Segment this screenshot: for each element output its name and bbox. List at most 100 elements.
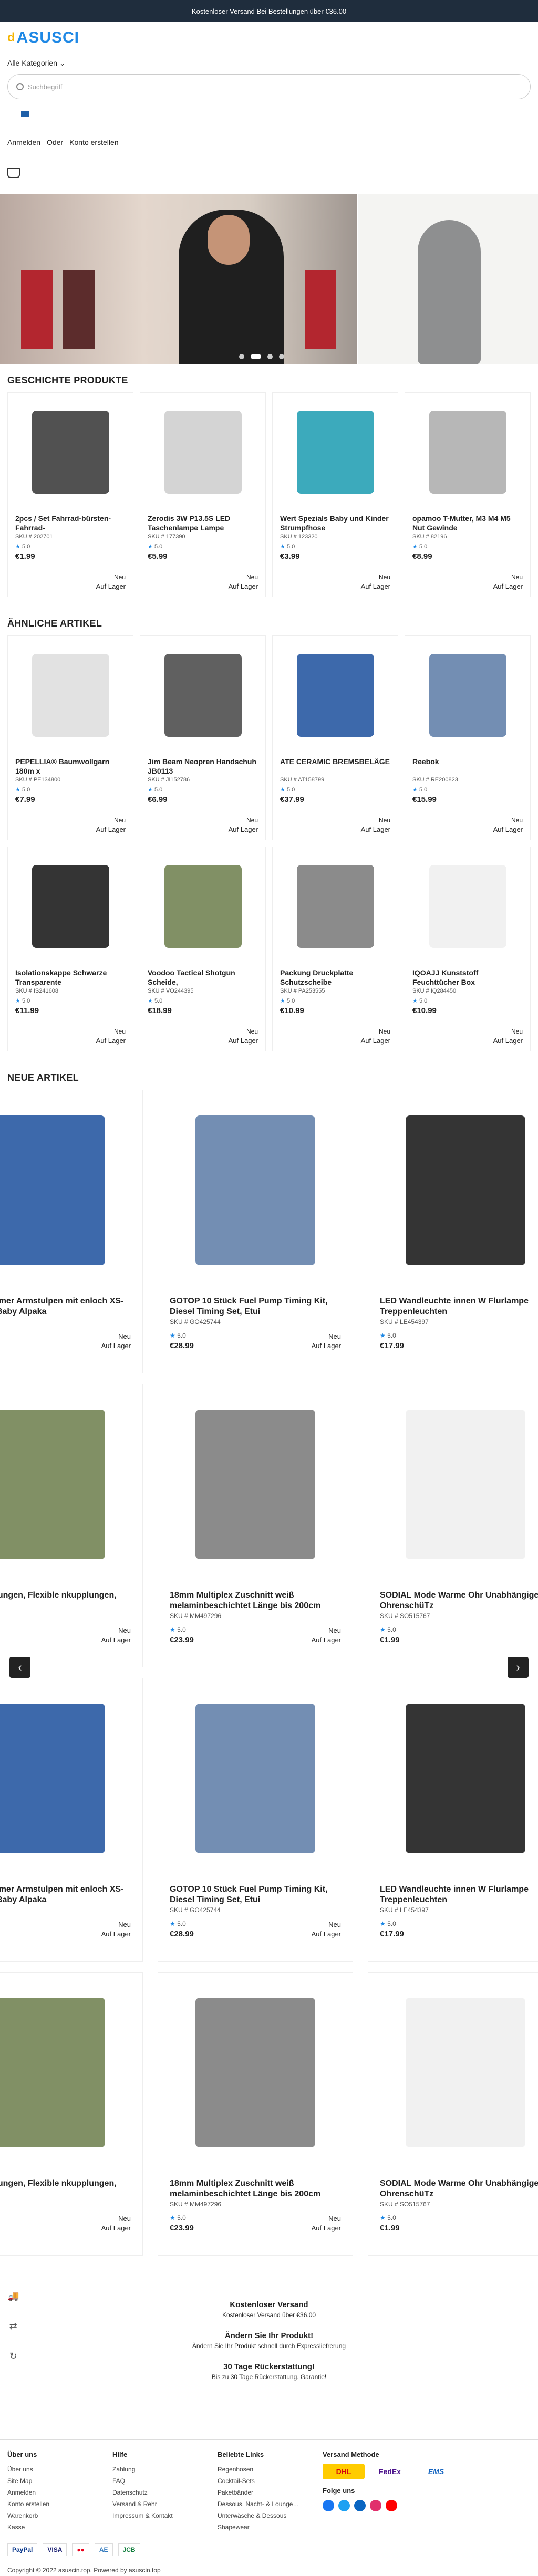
product-card[interactable]: Reebok SKU # RE200823 ★ 5.0 €15.99 Neu A… <box>405 635 531 840</box>
product-name[interactable]: GOTOP 10 Stück Fuel Pump Timing Kit, Die… <box>170 1296 341 1317</box>
youtube-icon[interactable] <box>386 2500 397 2511</box>
product-card[interactable]: Zerodis 3W P13.5S LED Taschenlampe Lampe… <box>140 392 266 597</box>
product-image[interactable] <box>15 397 126 507</box>
product-card[interactable]: ATE CERAMIC BREMSBELÄGE SKU # AT158799 ★… <box>272 635 398 840</box>
product-name[interactable]: GOTOP 10 Stück Fuel Pump Timing Kit, Die… <box>170 1884 341 1905</box>
product-card[interactable]: a Pulswärmer Armstulpen mit enloch XS-XL… <box>0 1678 143 1962</box>
product-card[interactable]: 18mm Multiplex Zuschnitt weiß melaminbes… <box>158 1384 353 1667</box>
hero-slider[interactable] <box>0 194 538 364</box>
product-image[interactable] <box>380 1678 538 1878</box>
product-image[interactable] <box>280 640 390 750</box>
product-name[interactable]: Zerodis 3W P13.5S LED Taschenlampe Lampe <box>148 514 258 533</box>
product-card[interactable]: LED Wandleuchte innen W Flurlampe Treppe… <box>368 1090 538 1373</box>
product-image[interactable] <box>280 851 390 962</box>
product-card[interactable]: LED Wandleuchte innen W Flurlampe Treppe… <box>368 1678 538 1962</box>
product-name[interactable]: Isolationskappe Schwarze Transparente <box>15 968 126 987</box>
product-card[interactable]: SODIAL Mode Warme Ohr Unabhängige Ohrens… <box>368 1972 538 2256</box>
product-card[interactable]: Isolationskappe Schwarze Transparente SK… <box>7 847 133 1051</box>
carousel-prev-button[interactable]: ‹ <box>9 1657 30 1678</box>
product-card[interactable]: 18mm Multiplex Zuschnitt weiß melaminbes… <box>158 1972 353 2256</box>
product-name[interactable]: Reebok <box>412 757 523 776</box>
footer-link[interactable]: Versand & Rehr <box>112 2498 218 2510</box>
product-card[interactable]: ble Kupplungen, Flexible nkupplungen, Fl… <box>0 1384 143 1667</box>
product-image[interactable] <box>380 1973 538 2172</box>
linkedin-icon[interactable] <box>354 2500 366 2511</box>
product-name[interactable]: SODIAL Mode Warme Ohr Unabhängige Ohrens… <box>380 1590 538 1611</box>
instagram-icon[interactable] <box>370 2500 381 2511</box>
product-name[interactable]: 18mm Multiplex Zuschnitt weiß melaminbes… <box>170 2178 341 2199</box>
product-card[interactable]: opamoo T-Mutter, M3 M4 M5 Nut Gewinde SK… <box>405 392 531 597</box>
category-dropdown[interactable]: Alle Kategorien ⌄ <box>7 59 531 68</box>
product-name[interactable]: PEPELLIA® Baumwollgarn 180m x <box>15 757 126 776</box>
cart-icon[interactable] <box>7 168 20 178</box>
product-name[interactable]: Jim Beam Neopren Handschuh JB0113 <box>148 757 258 776</box>
product-name[interactable]: opamoo T-Mutter, M3 M4 M5 Nut Gewinde <box>412 514 523 533</box>
footer-link[interactable]: Site Map <box>7 2475 112 2487</box>
product-image[interactable] <box>412 640 523 750</box>
product-image[interactable] <box>380 1384 538 1584</box>
twitter-icon[interactable] <box>338 2500 350 2511</box>
product-image[interactable] <box>412 397 523 507</box>
product-card[interactable]: IQOAJJ Kunststoff Feuchttücher Box SKU #… <box>405 847 531 1051</box>
product-image[interactable] <box>15 851 126 962</box>
product-name[interactable]: Packung Druckplatte Schutzscheibe <box>280 968 390 987</box>
product-image[interactable] <box>0 1384 131 1584</box>
footer-link[interactable]: Konto erstellen <box>7 2498 112 2510</box>
language-flag-icon[interactable] <box>21 111 29 117</box>
footer-link[interactable]: Unterwäsche & Dessous <box>218 2510 323 2521</box>
footer-link[interactable]: Shapewear <box>218 2521 323 2533</box>
product-card[interactable]: GOTOP 10 Stück Fuel Pump Timing Kit, Die… <box>158 1678 353 1962</box>
product-card[interactable]: 2pcs / Set Fahrrad-bürsten-Fahrrad- SKU … <box>7 392 133 597</box>
product-name[interactable]: ble Kupplungen, Flexible nkupplungen, Fl… <box>0 2178 131 2199</box>
product-name[interactable]: SODIAL Mode Warme Ohr Unabhängige Ohrens… <box>380 2178 538 2199</box>
product-image[interactable] <box>148 851 258 962</box>
product-name[interactable]: a Pulswärmer Armstulpen mit enloch XS-XL… <box>0 1884 131 1905</box>
product-card[interactable]: GOTOP 10 Stück Fuel Pump Timing Kit, Die… <box>158 1090 353 1373</box>
login-link[interactable]: Anmelden <box>7 138 40 147</box>
footer-link[interactable]: Regenhosen <box>218 2464 323 2475</box>
product-image[interactable] <box>170 1090 341 1290</box>
product-image[interactable] <box>148 397 258 507</box>
search-input[interactable]: Suchbegriff <box>7 74 531 99</box>
footer-link[interactable]: Zahlung <box>112 2464 218 2475</box>
product-image[interactable] <box>148 640 258 750</box>
product-image[interactable] <box>0 1973 131 2172</box>
product-name[interactable]: LED Wandleuchte innen W Flurlampe Treppe… <box>380 1884 538 1905</box>
product-card[interactable]: SODIAL Mode Warme Ohr Unabhängige Ohrens… <box>368 1384 538 1667</box>
footer-link[interactable]: Impressum & Kontakt <box>112 2510 218 2521</box>
footer-link[interactable]: Dessous, Nacht- & Lounge… <box>218 2498 323 2510</box>
product-card[interactable]: Jim Beam Neopren Handschuh JB0113 SKU # … <box>140 635 266 840</box>
product-name[interactable]: 2pcs / Set Fahrrad-bürsten-Fahrrad- <box>15 514 126 533</box>
product-name[interactable]: LED Wandleuchte innen W Flurlampe Treppe… <box>380 1296 538 1317</box>
product-name[interactable]: Wert Spezials Baby und Kinder Strumpfhos… <box>280 514 390 533</box>
product-image[interactable] <box>170 1973 341 2172</box>
product-name[interactable]: ATE CERAMIC BREMSBELÄGE <box>280 757 390 776</box>
product-image[interactable] <box>412 851 523 962</box>
product-card[interactable]: PEPELLIA® Baumwollgarn 180m x SKU # PE13… <box>7 635 133 840</box>
footer-link[interactable]: Kasse <box>7 2521 112 2533</box>
product-card[interactable]: Packung Druckplatte Schutzscheibe SKU # … <box>272 847 398 1051</box>
register-link[interactable]: Konto erstellen <box>69 138 118 147</box>
product-name[interactable]: a Pulswärmer Armstulpen mit enloch XS-XL… <box>0 1296 131 1317</box>
footer-link[interactable]: Datenschutz <box>112 2487 218 2498</box>
footer-link[interactable]: Über uns <box>7 2464 112 2475</box>
product-image[interactable] <box>170 1384 341 1584</box>
footer-link[interactable]: FAQ <box>112 2475 218 2487</box>
footer-link[interactable]: Warenkorb <box>7 2510 112 2521</box>
product-name[interactable]: Voodoo Tactical Shotgun Scheide, <box>148 968 258 987</box>
product-name[interactable]: 18mm Multiplex Zuschnitt weiß melaminbes… <box>170 1590 341 1611</box>
footer-link[interactable]: Cocktail-Sets <box>218 2475 323 2487</box>
product-image[interactable] <box>0 1090 131 1290</box>
product-image[interactable] <box>15 640 126 750</box>
product-card[interactable]: a Pulswärmer Armstulpen mit enloch XS-XL… <box>0 1090 143 1373</box>
product-card[interactable]: Voodoo Tactical Shotgun Scheide, SKU # V… <box>140 847 266 1051</box>
slider-dots[interactable] <box>239 354 284 359</box>
product-image[interactable] <box>0 1678 131 1878</box>
product-card[interactable]: Wert Spezials Baby und Kinder Strumpfhos… <box>272 392 398 597</box>
product-card[interactable]: ble Kupplungen, Flexible nkupplungen, Fl… <box>0 1972 143 2256</box>
logo[interactable]: d ASUSCI <box>7 27 531 48</box>
facebook-icon[interactable] <box>323 2500 334 2511</box>
product-image[interactable] <box>170 1678 341 1878</box>
footer-link[interactable]: Anmelden <box>7 2487 112 2498</box>
footer-link[interactable]: Paketbänder <box>218 2487 323 2498</box>
